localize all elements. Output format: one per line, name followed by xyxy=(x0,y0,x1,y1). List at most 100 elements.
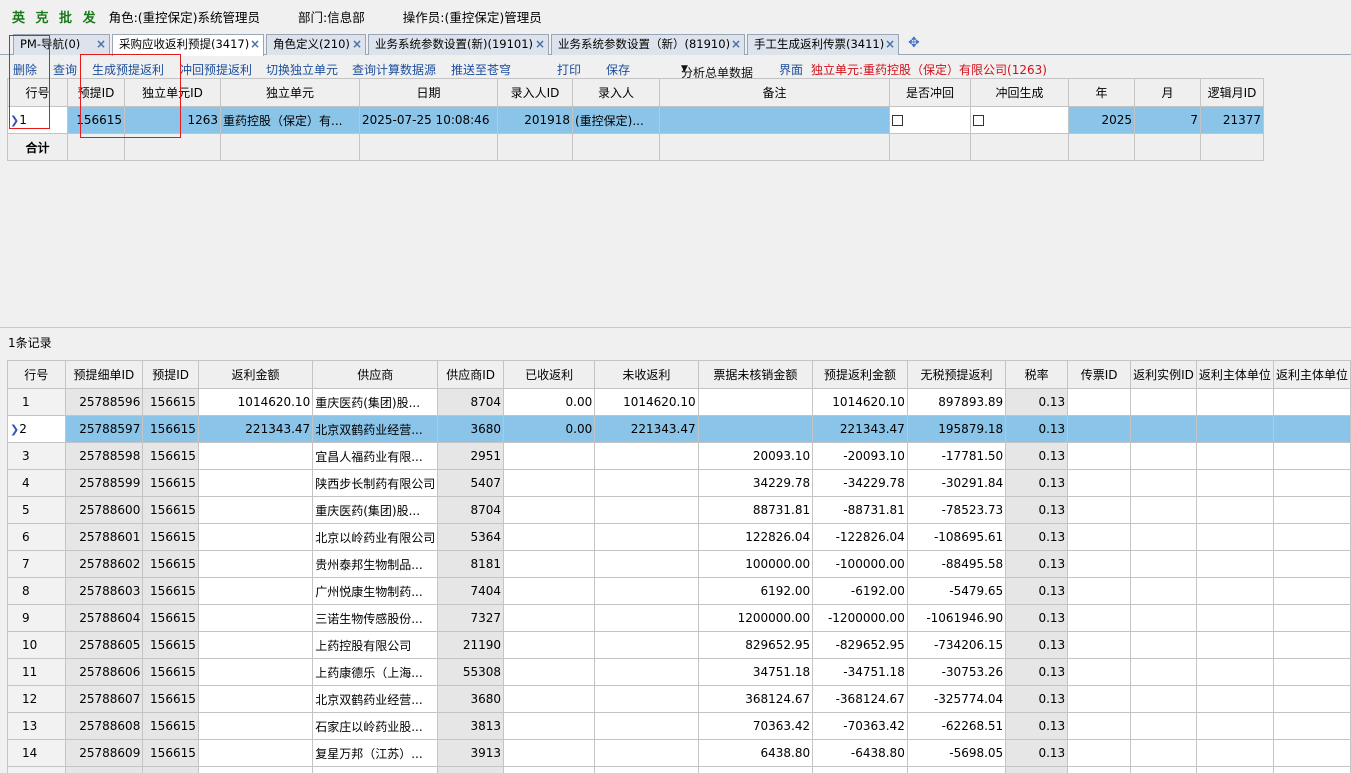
cell-supplier-id[interactable]: 5407 xyxy=(437,469,505,497)
cell-accrual-id[interactable]: 156615 xyxy=(142,658,199,686)
cell-accrued[interactable] xyxy=(812,766,908,773)
table-row[interactable]: 1 25788596 156615 1014620.10 重庆医药(集团)股... 870… xyxy=(7,388,1351,416)
cell-unreceived[interactable] xyxy=(594,496,699,524)
cell-tax-rate[interactable]: 0.13 xyxy=(1005,550,1069,578)
cell-unreceived[interactable] xyxy=(594,631,699,659)
tab-role-def[interactable]: 角色定义(210) × xyxy=(266,34,366,55)
cell-supplier-id[interactable]: 55308 xyxy=(437,658,505,686)
cell-untaxed[interactable]: 195879.18 xyxy=(906,415,1007,443)
cell-accrued[interactable]: -6192.00 xyxy=(812,577,908,605)
cell-empty[interactable] xyxy=(1067,577,1132,605)
cell-received[interactable] xyxy=(503,469,596,497)
cell-detail-id[interactable]: 25788604 xyxy=(64,604,144,632)
cell-tax-rate[interactable] xyxy=(1005,766,1069,773)
cell-user[interactable]: (重控保定)... xyxy=(572,106,660,134)
cell-supplier[interactable]: 北京以岭药业有限公司 xyxy=(312,523,439,551)
cell-tax-rate[interactable]: 0.13 xyxy=(1005,523,1069,551)
cell-row-number[interactable]: 11 xyxy=(7,658,66,686)
cell-received[interactable] xyxy=(503,550,596,578)
cell-supplier[interactable] xyxy=(312,766,439,773)
cell-accrual-id[interactable]: 156615 xyxy=(142,712,199,740)
cell-detail-id[interactable]: 25788603 xyxy=(64,577,144,605)
cell-untaxed[interactable]: -30291.84 xyxy=(906,469,1007,497)
table-row[interactable]: 10 25788605 156615 上药控股有限公司 21190 829652.95 -8… xyxy=(7,631,1351,659)
cell-empty[interactable] xyxy=(1272,550,1351,578)
cell-empty[interactable] xyxy=(1067,685,1132,713)
cell-empty[interactable] xyxy=(1067,469,1132,497)
cell-empty[interactable] xyxy=(1130,469,1197,497)
table-row[interactable]: 14 25788609 156615 复星万邦（江苏）... 3913 6438.80 -6… xyxy=(7,739,1351,767)
cell-empty[interactable] xyxy=(1130,604,1197,632)
cell-rebate-amount[interactable] xyxy=(197,685,314,713)
cell-supplier[interactable]: 上药控股有限公司 xyxy=(312,631,439,659)
col-header[interactable]: 日期 xyxy=(359,78,498,107)
tab-rebate-accrual[interactable]: 采购应收返利预提(3417) × xyxy=(112,34,264,56)
cell-supplier[interactable]: 宜昌人福药业有限... xyxy=(312,442,439,470)
cell-untaxed[interactable]: -88495.58 xyxy=(906,550,1007,578)
cell-unreceived[interactable] xyxy=(594,469,699,497)
cell-row-number[interactable]: 13 xyxy=(7,712,66,740)
cell-supplier-id[interactable]: 21190 xyxy=(437,631,505,659)
cell-empty[interactable] xyxy=(1195,577,1274,605)
cell-untaxed[interactable]: -734206.15 xyxy=(906,631,1007,659)
cell-empty[interactable] xyxy=(1195,604,1274,632)
cell-rebate-amount[interactable] xyxy=(197,631,314,659)
save-button[interactable]: 保存 xyxy=(606,61,630,78)
cell-empty[interactable] xyxy=(1130,658,1197,686)
cell-rebate-amount[interactable] xyxy=(197,712,314,740)
table-row[interactable] xyxy=(7,766,1351,773)
col-header[interactable]: 逻辑月ID xyxy=(1200,78,1264,107)
cell-untaxed[interactable]: 897893.89 xyxy=(906,388,1007,416)
cell-accrued[interactable]: -368124.67 xyxy=(812,685,908,713)
table-row[interactable]: ❯1 156615 1263 重药控股（保定）有... 2025-07-25 1… xyxy=(7,106,1264,134)
cell-supplier[interactable]: 贵州泰邦生物制品... xyxy=(312,550,439,578)
cell-supplier[interactable]: 复星万邦（江苏）... xyxy=(312,739,439,767)
cell-rebate-amount[interactable] xyxy=(197,442,314,470)
col-header[interactable]: 预提返利金额 xyxy=(812,360,908,389)
cell-row-number[interactable]: ❯2 xyxy=(7,415,66,443)
col-header[interactable]: 预提细单ID xyxy=(64,360,144,389)
cell-unreceived[interactable] xyxy=(594,442,699,470)
cell-row-number[interactable]: 8 xyxy=(7,577,66,605)
print-button[interactable]: 打印 xyxy=(557,61,581,78)
cell-rebate-amount[interactable] xyxy=(197,496,314,524)
cell-accrued[interactable]: -829652.95 xyxy=(812,631,908,659)
cell-rebate-amount[interactable] xyxy=(197,550,314,578)
cell-unverified[interactable]: 70363.42 xyxy=(697,712,814,740)
cell-logic-month[interactable]: 21377 xyxy=(1200,106,1264,134)
cell-empty[interactable] xyxy=(1272,415,1351,443)
cell-detail-id[interactable]: 25788600 xyxy=(64,496,144,524)
cell-unreceived[interactable] xyxy=(594,577,699,605)
cell-accrued[interactable]: -88731.81 xyxy=(812,496,908,524)
cell-unreceived[interactable] xyxy=(594,685,699,713)
table-row[interactable]: 11 25788606 156615 上药康德乐（上海... 55308 34751.18… xyxy=(7,658,1351,686)
cell-empty[interactable] xyxy=(1130,415,1197,443)
is-reversed-checkbox[interactable] xyxy=(892,115,903,126)
cell-supplier-id[interactable]: 7404 xyxy=(437,577,505,605)
cell-accrual-id[interactable]: 156615 xyxy=(142,469,199,497)
close-icon[interactable]: × xyxy=(250,35,260,54)
cell-empty[interactable] xyxy=(1130,577,1197,605)
cell-row-number[interactable]: 6 xyxy=(7,523,66,551)
ui-button[interactable]: 界面 xyxy=(779,61,803,78)
cell-empty[interactable] xyxy=(1195,550,1274,578)
cell-empty[interactable] xyxy=(1130,739,1197,767)
cell-unverified[interactable]: 88731.81 xyxy=(697,496,814,524)
col-header[interactable]: 返利主体单位 xyxy=(1195,360,1274,389)
cell-rebate-amount[interactable] xyxy=(197,766,314,773)
cell-empty[interactable] xyxy=(1067,739,1132,767)
cell-untaxed[interactable]: -30753.26 xyxy=(906,658,1007,686)
col-header[interactable]: 传票ID xyxy=(1067,360,1132,389)
cell-empty[interactable] xyxy=(1195,388,1274,416)
cell-empty[interactable] xyxy=(1272,469,1351,497)
cell-untaxed[interactable]: -325774.04 xyxy=(906,685,1007,713)
cell-empty[interactable] xyxy=(1130,496,1197,524)
cell-detail-id[interactable]: 25788605 xyxy=(64,631,144,659)
col-header[interactable]: 预提ID xyxy=(142,360,199,389)
cell-rebate-amount[interactable] xyxy=(197,523,314,551)
cell-row-number[interactable]: 1 xyxy=(7,388,66,416)
col-header[interactable]: 录入人 xyxy=(572,78,660,107)
cell-supplier[interactable]: 北京双鹤药业经营... xyxy=(312,685,439,713)
cell-detail-id[interactable]: 25788609 xyxy=(64,739,144,767)
table-row[interactable]: 12 25788607 156615 北京双鹤药业经营... 3680 368124.67… xyxy=(7,685,1351,713)
